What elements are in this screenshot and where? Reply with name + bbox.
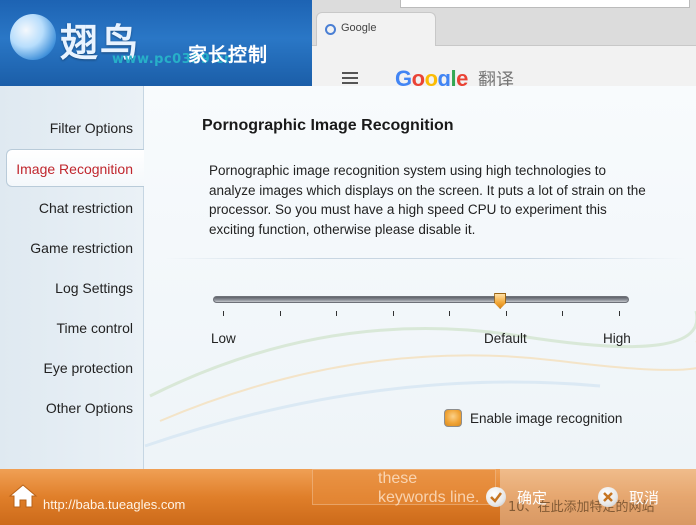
cancel-button-label: 取消	[629, 488, 660, 507]
translate-label: 翻译	[478, 70, 514, 86]
recognition-level-slider[interactable]	[213, 296, 629, 303]
website-link[interactable]: http://baba.tueagles.com	[43, 497, 185, 512]
background-ghost-text: these keywords line.	[378, 470, 480, 506]
browser-address-bar	[400, 0, 690, 8]
settings-body: Filter Options Image Recognition Chat re…	[0, 86, 696, 469]
hamburger-menu-icon	[342, 72, 358, 84]
sidebar-item-time-control[interactable]: Time control	[0, 309, 133, 347]
slider-label-low: Low	[211, 331, 236, 346]
slider-label-default: Default	[484, 331, 527, 346]
sidebar-item-log-settings[interactable]: Log Settings	[0, 269, 133, 307]
header: 翅鸟 www.pc0359.cn 家长控制 Google Google 翻译	[0, 0, 696, 86]
footer-bar: these keywords line. 10、在此添加特定的网站 http:/…	[0, 469, 696, 525]
ok-button[interactable]: 确定	[486, 485, 547, 509]
browser-tab: Google	[316, 12, 436, 46]
slider-tick	[505, 311, 507, 316]
sidebar-item-game-restriction[interactable]: Game restriction	[0, 229, 133, 267]
content-panel: Pornographic Image Recognition Pornograp…	[145, 86, 696, 469]
slider-tick	[392, 311, 394, 316]
enable-image-recognition-checkbox[interactable]	[444, 409, 462, 427]
browser-favicon-icon	[325, 24, 336, 35]
section-title: Pornographic Image Recognition	[202, 117, 454, 134]
sidebar-item-chat-restriction[interactable]: Chat restriction	[0, 189, 133, 227]
check-icon	[486, 487, 506, 507]
close-icon	[598, 487, 618, 507]
sidebar-nav: Filter Options Image Recognition Chat re…	[0, 86, 144, 469]
slider-tick	[223, 311, 224, 316]
slider-tick	[336, 311, 338, 316]
google-wordmark-text: Google	[395, 66, 468, 86]
description-text: Pornographic image recognition system us…	[209, 163, 646, 237]
sidebar-item-eye-protection[interactable]: Eye protection	[0, 349, 134, 387]
cancel-button[interactable]: 取消	[598, 485, 659, 509]
app-subtitle: 家长控制	[188, 44, 269, 66]
slider-tick	[562, 311, 564, 316]
sidebar-item-other-options[interactable]: Other Options	[0, 389, 133, 427]
bird-logo-icon	[10, 14, 56, 60]
enable-image-recognition-label[interactable]: Enable image recognition	[470, 411, 622, 426]
google-wordmark: Google	[395, 66, 468, 86]
slider-thumb[interactable]	[494, 293, 507, 309]
logo-area: 翅鸟 www.pc0359.cn 家长控制	[0, 0, 312, 86]
ok-button-label: 确定	[517, 488, 548, 507]
background-browser-window: Google Google 翻译	[312, 0, 696, 86]
sidebar-item-image-recognition[interactable]: Image Recognition	[6, 149, 144, 187]
divider	[165, 258, 685, 259]
browser-tab-title: Google	[341, 22, 377, 34]
sidebar-item-filter-options[interactable]: Filter Options	[0, 109, 133, 147]
slider-tick	[279, 311, 281, 316]
home-icon[interactable]	[8, 483, 38, 509]
slider-tick	[449, 311, 451, 316]
browser-tabstrip: Google	[312, 0, 696, 46]
slider-label-high: High	[603, 331, 631, 346]
slider-tick	[619, 311, 620, 316]
